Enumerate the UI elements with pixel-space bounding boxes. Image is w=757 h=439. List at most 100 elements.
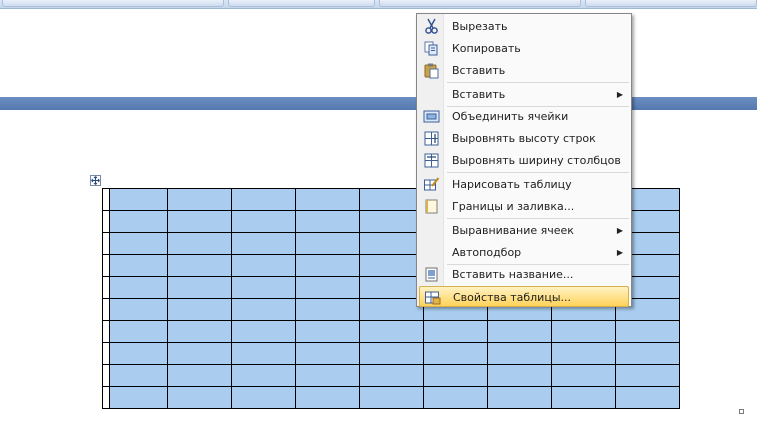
menu-item-insert-caption[interactable]: Вставить название... <box>419 264 629 285</box>
table-cell[interactable] <box>295 232 360 255</box>
table-cell[interactable] <box>615 342 680 365</box>
ribbon-group[interactable] <box>2 0 224 7</box>
menu-item-cut[interactable]: Вырезать <box>419 16 629 37</box>
table-cell[interactable] <box>423 364 488 387</box>
table-cell[interactable] <box>359 276 424 299</box>
table-cell[interactable] <box>167 386 232 409</box>
table-cell[interactable] <box>231 386 296 409</box>
table-cell[interactable] <box>109 298 168 321</box>
table-cell[interactable] <box>295 320 360 343</box>
menu-item-copy[interactable]: Копировать <box>419 38 629 59</box>
menu-item-cell-alignment[interactable]: Выравнивание ячеек ▶ <box>419 220 629 241</box>
table-cell[interactable] <box>102 210 110 233</box>
table-cell[interactable] <box>359 342 424 365</box>
table-cell[interactable] <box>167 342 232 365</box>
table-move-handle[interactable] <box>90 175 101 186</box>
table-cell[interactable] <box>109 276 168 299</box>
table-cell[interactable] <box>231 298 296 321</box>
table-cell[interactable] <box>167 364 232 387</box>
table-cell[interactable] <box>615 364 680 387</box>
table-cell[interactable] <box>615 386 680 409</box>
table-cell[interactable] <box>359 232 424 255</box>
table-resize-handle[interactable] <box>739 409 744 414</box>
menu-item-table-properties[interactable]: Свойства таблицы... <box>419 286 629 307</box>
table-cell[interactable] <box>487 364 552 387</box>
table-cell[interactable] <box>487 320 552 343</box>
table-cell[interactable] <box>295 276 360 299</box>
table-cell[interactable] <box>231 320 296 343</box>
table-cell[interactable] <box>487 342 552 365</box>
table-cell[interactable] <box>102 386 110 409</box>
table-cell[interactable] <box>167 232 232 255</box>
table-row[interactable] <box>102 342 680 365</box>
table-cell[interactable] <box>551 364 616 387</box>
table-cell[interactable] <box>423 320 488 343</box>
table-cell[interactable] <box>231 188 296 211</box>
ribbon-group[interactable] <box>379 0 581 7</box>
table-cell[interactable] <box>167 254 232 277</box>
table-cell[interactable] <box>295 254 360 277</box>
table-cell[interactable] <box>359 298 424 321</box>
table-row[interactable] <box>102 364 680 387</box>
table-cell[interactable] <box>109 232 168 255</box>
ribbon-group[interactable] <box>585 0 757 7</box>
table-cell[interactable] <box>102 276 110 299</box>
table-cell[interactable] <box>102 342 110 365</box>
table-cell[interactable] <box>102 364 110 387</box>
ribbon-group[interactable] <box>228 0 375 7</box>
document-page-top[interactable] <box>0 9 757 97</box>
table-cell[interactable] <box>109 320 168 343</box>
table-row[interactable] <box>102 386 680 409</box>
table-cell[interactable] <box>231 232 296 255</box>
table-cell[interactable] <box>109 386 168 409</box>
table-cell[interactable] <box>109 342 168 365</box>
table-cell[interactable] <box>295 386 360 409</box>
table-cell[interactable] <box>551 342 616 365</box>
table-cell[interactable] <box>102 254 110 277</box>
table-cell[interactable] <box>615 320 680 343</box>
table-cell[interactable] <box>167 210 232 233</box>
table-cell[interactable] <box>102 188 110 211</box>
menu-item-distribute-rows[interactable]: Выровнять высоту строк <box>419 128 629 149</box>
table-cell[interactable] <box>423 386 488 409</box>
table-cell[interactable] <box>359 320 424 343</box>
table-cell[interactable] <box>359 386 424 409</box>
table-cell[interactable] <box>551 386 616 409</box>
table-cell[interactable] <box>102 320 110 343</box>
table-cell[interactable] <box>295 210 360 233</box>
table-cell[interactable] <box>167 320 232 343</box>
table-cell[interactable] <box>423 342 488 365</box>
table-cell[interactable] <box>231 276 296 299</box>
table-cell[interactable] <box>231 342 296 365</box>
table-cell[interactable] <box>102 298 110 321</box>
table-cell[interactable] <box>295 188 360 211</box>
table-cell[interactable] <box>109 364 168 387</box>
table-cell[interactable] <box>167 188 232 211</box>
table-cell[interactable] <box>359 188 424 211</box>
menu-item-autofit[interactable]: Автоподбор ▶ <box>419 242 629 263</box>
table-cell[interactable] <box>109 254 168 277</box>
menu-item-paste[interactable]: Вставить <box>419 60 629 81</box>
table-cell[interactable] <box>231 210 296 233</box>
table-cell[interactable] <box>102 232 110 255</box>
table-cell[interactable] <box>487 386 552 409</box>
table-cell[interactable] <box>359 254 424 277</box>
table-cell[interactable] <box>295 364 360 387</box>
table-cell[interactable] <box>359 210 424 233</box>
table-cell[interactable] <box>359 364 424 387</box>
menu-item-insert-submenu[interactable]: Вставить ▶ <box>419 84 629 105</box>
table-cell[interactable] <box>109 210 168 233</box>
menu-item-draw-table[interactable]: Нарисовать таблицу <box>419 174 629 195</box>
table-cell[interactable] <box>295 342 360 365</box>
table-cell[interactable] <box>167 298 232 321</box>
menu-item-borders-shading[interactable]: Границы и заливка... <box>419 196 629 217</box>
menu-item-merge-cells[interactable]: Объединить ячейки <box>419 106 629 127</box>
table-cell[interactable] <box>109 188 168 211</box>
table-cell[interactable] <box>231 254 296 277</box>
menu-item-distribute-columns[interactable]: Выровнять ширину столбцов <box>419 150 629 171</box>
table-cell[interactable] <box>231 364 296 387</box>
table-cell[interactable] <box>167 276 232 299</box>
table-cell[interactable] <box>551 320 616 343</box>
table-row[interactable] <box>102 320 680 343</box>
table-cell[interactable] <box>295 298 360 321</box>
